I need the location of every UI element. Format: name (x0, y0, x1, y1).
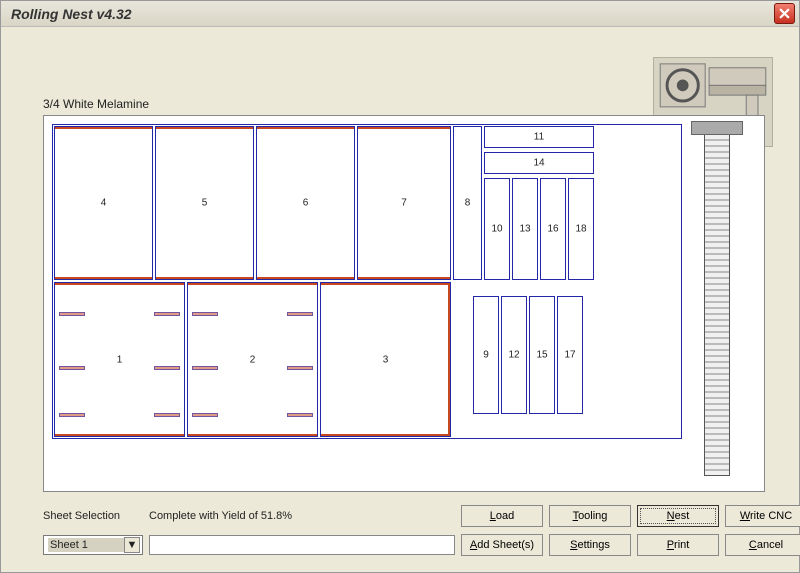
part-number: 2 (250, 354, 256, 365)
nest-button[interactable]: Nest (637, 505, 719, 527)
vertical-rail-icon (704, 126, 730, 476)
content-area: 3/4 White Melamine 123456781114101316189… (1, 27, 799, 572)
nest-part-16[interactable]: 16 (540, 178, 566, 280)
settings-button[interactable]: Settings (549, 534, 631, 556)
title-bar: Rolling Nest v4.32 (1, 1, 799, 27)
sheet-select[interactable]: Sheet 1 ▼ (43, 535, 143, 555)
controls-panel: Sheet Selection Complete with Yield of 5… (43, 505, 781, 556)
nest-part-12[interactable]: 12 (501, 296, 527, 414)
print-button[interactable]: Print (637, 534, 719, 556)
app-window: Rolling Nest v4.32 3/4 White Melamine 12… (0, 0, 800, 573)
nest-part-10[interactable]: 10 (484, 178, 510, 280)
close-icon[interactable] (774, 3, 795, 24)
part-number: 15 (536, 350, 547, 361)
chevron-down-icon: ▼ (124, 537, 140, 553)
part-number: 3 (383, 354, 389, 365)
load-button[interactable]: Load (461, 505, 543, 527)
part-number: 7 (401, 198, 407, 209)
nest-part-6[interactable]: 6 (256, 126, 355, 280)
part-number: 13 (519, 224, 530, 235)
write-cnc-button[interactable]: Write CNC (725, 505, 800, 527)
part-number: 8 (465, 198, 471, 209)
part-number: 18 (575, 224, 586, 235)
part-number: 5 (202, 198, 208, 209)
cancel-button[interactable]: Cancel (725, 534, 800, 556)
nest-part-15[interactable]: 15 (529, 296, 555, 414)
nest-part-2[interactable]: 2 (187, 282, 318, 437)
material-label: 3/4 White Melamine (43, 97, 149, 111)
status-text: Complete with Yield of 51.8% (149, 510, 455, 522)
nest-part-9[interactable]: 9 (473, 296, 499, 414)
sheet-select-value: Sheet 1 (48, 538, 124, 552)
nest-part-7[interactable]: 7 (357, 126, 451, 280)
add-sheets-button[interactable]: Add Sheet(s) (461, 534, 543, 556)
tooling-button[interactable]: Tooling (549, 505, 631, 527)
part-number: 1 (117, 354, 123, 365)
nest-part-13[interactable]: 13 (512, 178, 538, 280)
window-title: Rolling Nest v4.32 (11, 6, 774, 22)
nest-part-18[interactable]: 18 (568, 178, 594, 280)
nest-part-17[interactable]: 17 (557, 296, 583, 414)
part-number: 11 (534, 132, 544, 143)
progress-field[interactable] (149, 535, 455, 555)
part-number: 4 (101, 198, 107, 209)
nest-part-11[interactable]: 11 (484, 126, 594, 148)
nest-part-1[interactable]: 1 (54, 282, 185, 437)
part-number: 10 (491, 224, 502, 235)
nest-part-3[interactable]: 3 (320, 282, 451, 437)
part-number: 12 (508, 350, 519, 361)
part-number: 6 (303, 198, 309, 209)
sheet-selection-label: Sheet Selection (43, 510, 143, 522)
nest-preview[interactable]: 123456781114101316189121517 (43, 115, 765, 492)
nest-part-8[interactable]: 8 (453, 126, 482, 280)
nest-part-4[interactable]: 4 (54, 126, 153, 280)
part-number: 17 (564, 350, 575, 361)
nest-part-14[interactable]: 14 (484, 152, 594, 174)
part-number: 9 (483, 350, 489, 361)
nest-part-5[interactable]: 5 (155, 126, 254, 280)
part-number: 16 (547, 224, 558, 235)
part-number: 14 (533, 158, 544, 169)
